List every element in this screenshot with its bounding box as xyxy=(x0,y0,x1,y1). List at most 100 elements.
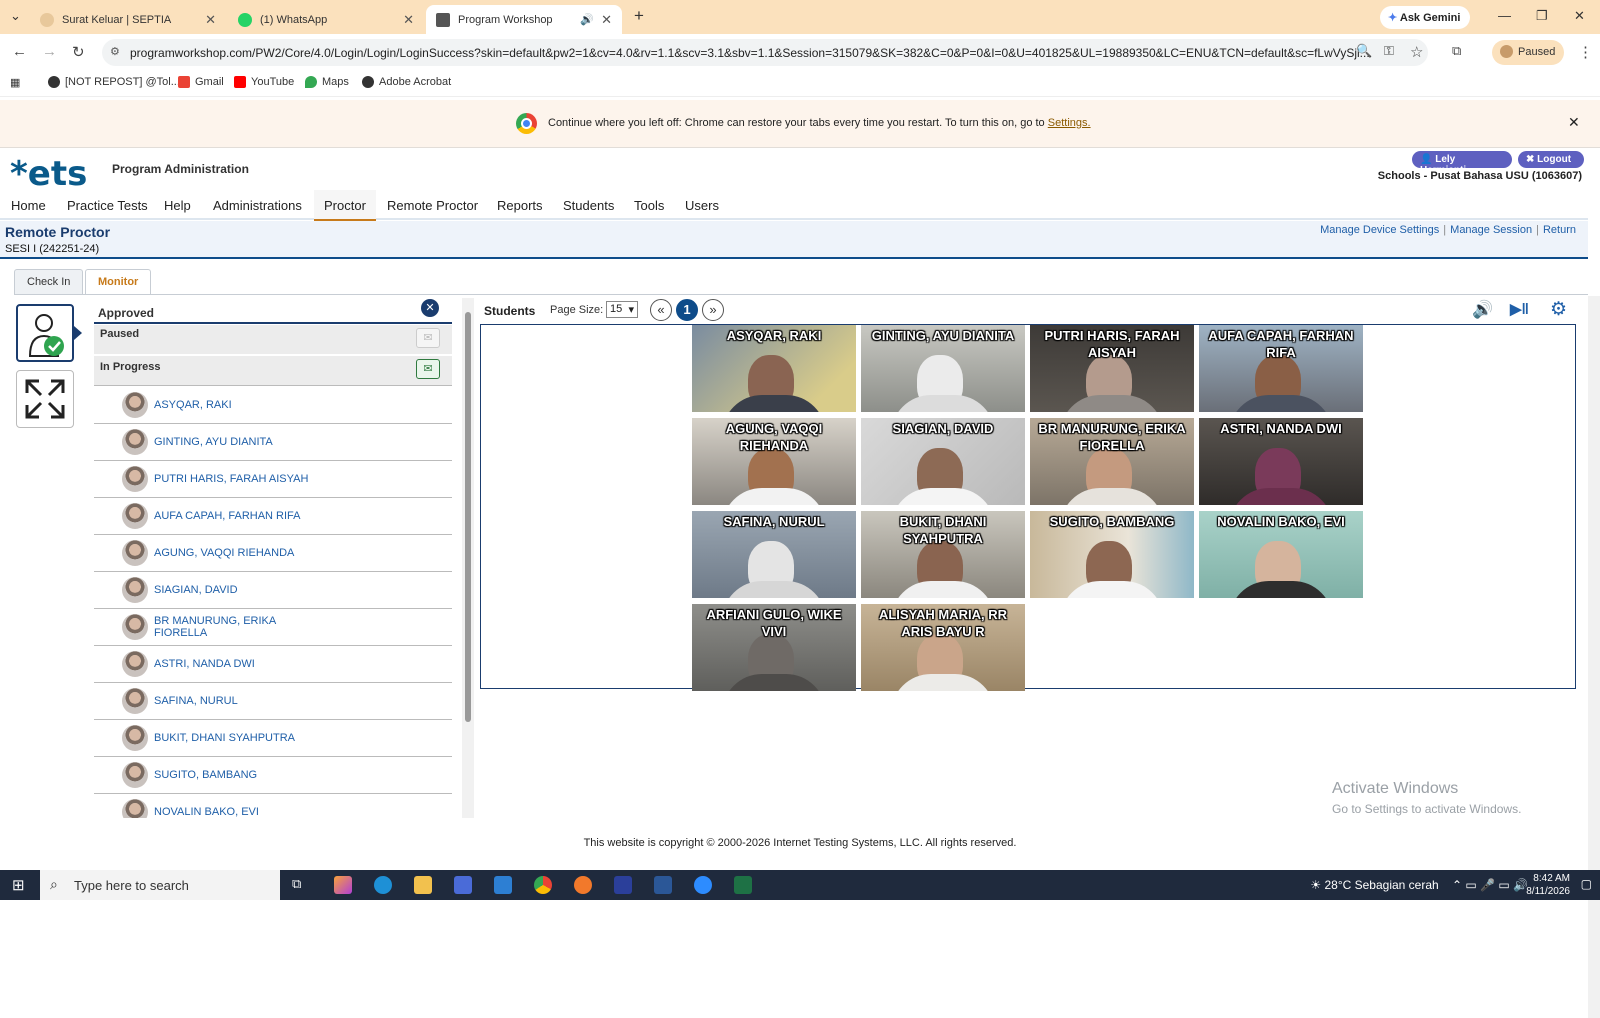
menu-home[interactable]: Home xyxy=(11,198,46,213)
list-item[interactable]: SIAGIAN, DAVID xyxy=(94,572,452,609)
bookmark-star-icon[interactable]: ☆ xyxy=(1410,43,1423,61)
student-name[interactable]: AUFA CAPAH, FARHAN RIFA xyxy=(154,510,301,522)
list-item[interactable]: PUTRI HARIS, FARAH AISYAH xyxy=(94,461,452,498)
tab-check-in[interactable]: Check In xyxy=(14,269,84,295)
list-item[interactable]: SUGITO, BAMBANG xyxy=(94,757,452,794)
extensions-icon[interactable]: ⧉ xyxy=(1452,43,1461,59)
copilot-icon[interactable] xyxy=(334,876,352,894)
current-page-button[interactable]: 1 xyxy=(676,299,698,321)
logout-button[interactable]: ✖ Logout xyxy=(1518,151,1584,168)
student-video-tile[interactable]: NOVALIN BAKO, EVI xyxy=(1199,511,1363,598)
bookmark-tol[interactable]: [NOT REPOST] @Tol... xyxy=(48,76,180,88)
close-infobar-icon[interactable]: ✕ xyxy=(1568,114,1580,131)
app-icon[interactable] xyxy=(614,876,632,894)
tab-monitor[interactable]: Monitor xyxy=(85,269,152,295)
student-name[interactable]: SIAGIAN, DAVID xyxy=(154,584,238,596)
list-item[interactable]: GINTING, AYU DIANITA xyxy=(94,424,452,461)
browser-tab-program-workshop[interactable]: Program Workshop 🔊 ✕ xyxy=(426,5,622,34)
firefox-icon[interactable] xyxy=(574,876,592,894)
list-item[interactable]: NOVALIN BAKO, EVI xyxy=(94,794,452,818)
list-item[interactable]: BUKIT, DHANI SYAHPUTRA xyxy=(94,720,452,757)
apps-grid-icon[interactable]: ▦ xyxy=(10,76,20,89)
list-item[interactable]: AUFA CAPAH, FARHAN RIFA xyxy=(94,498,452,535)
list-item[interactable]: BR MANURUNG, ERIKA FIORELLA xyxy=(94,609,452,646)
play-pause-icon[interactable]: ▶‖ xyxy=(1510,300,1529,318)
browser-tab-whatsapp[interactable]: (1) WhatsApp ✕ xyxy=(228,5,424,34)
volume-icon[interactable]: 🔊 xyxy=(1472,300,1493,320)
ask-gemini-button[interactable]: ✦ Ask Gemini xyxy=(1380,6,1470,29)
menu-proctor[interactable]: Proctor xyxy=(314,190,376,222)
menu-remote-proctor[interactable]: Remote Proctor xyxy=(387,198,478,213)
weather-text[interactable]: 28°C Sebagian cerah xyxy=(1324,878,1438,892)
outlook-icon[interactable] xyxy=(494,876,512,894)
menu-users[interactable]: Users xyxy=(685,198,719,213)
student-name[interactable]: NOVALIN BAKO, EVI xyxy=(154,806,259,818)
student-name[interactable]: GINTING, AYU DIANITA xyxy=(154,436,273,448)
close-tab-icon[interactable]: ✕ xyxy=(205,12,216,28)
edge-icon[interactable] xyxy=(374,876,392,894)
student-video-tile[interactable]: AGUNG, VAQQI RIEHANDA xyxy=(692,418,856,505)
manage-device-settings-link[interactable]: Manage Device Settings xyxy=(1320,224,1439,236)
reload-icon[interactable]: ↻ xyxy=(72,43,85,61)
list-item[interactable]: SAFINA, NURUL xyxy=(94,683,452,720)
student-name[interactable]: AGUNG, VAQQI RIEHANDA xyxy=(154,547,294,559)
student-video-tile[interactable]: PUTRI HARIS, FARAH AISYAH xyxy=(1030,325,1194,412)
store-icon[interactable] xyxy=(454,876,472,894)
student-video-tile[interactable]: ALISYAH MARIA, RR ARIS BAYU R xyxy=(861,604,1025,691)
minimize-icon[interactable]: — xyxy=(1498,8,1511,23)
new-tab-icon[interactable]: + xyxy=(634,6,644,26)
menu-reports[interactable]: Reports xyxy=(497,198,543,213)
student-video-tile[interactable]: AUFA CAPAH, FARHAN RIFA xyxy=(1199,325,1363,412)
student-video-tile[interactable]: SAFINA, NURUL xyxy=(692,511,856,598)
message-all-icon[interactable]: ✉ xyxy=(416,359,440,379)
list-item[interactable]: AGUNG, VAQQI RIEHANDA xyxy=(94,535,452,572)
student-name[interactable]: ASTRI, NANDA DWI xyxy=(154,658,255,670)
student-video-tile[interactable]: GINTING, AYU DIANITA xyxy=(861,325,1025,412)
bookmark-adobe-acrobat[interactable]: Adobe Acrobat xyxy=(362,76,451,88)
settings-gear-icon[interactable]: ⚙ xyxy=(1550,298,1567,321)
close-tab-icon[interactable]: ✕ xyxy=(403,12,414,28)
url-input[interactable]: ⚙ programworkshop.com/PW2/Core/4.0/Login… xyxy=(102,39,1428,66)
student-name[interactable]: PUTRI HARIS, FARAH AISYAH xyxy=(154,473,308,485)
manage-session-link[interactable]: Manage Session xyxy=(1450,224,1532,236)
menu-students[interactable]: Students xyxy=(563,198,614,213)
browser-tab-septia[interactable]: Surat Keluar | SEPTIA ✕ xyxy=(30,5,226,34)
bookmark-gmail[interactable]: Gmail xyxy=(178,76,224,88)
student-name[interactable]: SUGITO, BAMBANG xyxy=(154,769,257,781)
menu-help[interactable]: Help xyxy=(164,198,191,213)
taskbar-search-input[interactable]: ⌕ Type here to search xyxy=(40,870,280,900)
speaker-icon[interactable]: 🔊 xyxy=(580,13,594,26)
menu-tools[interactable]: Tools xyxy=(634,198,664,213)
page-scrollbar[interactable] xyxy=(1588,296,1600,1018)
student-name[interactable]: BUKIT, DHANI SYAHPUTRA xyxy=(154,732,295,744)
excel-icon[interactable] xyxy=(734,876,752,894)
close-window-icon[interactable]: ✕ xyxy=(1574,8,1585,24)
menu-practice-tests[interactable]: Practice Tests xyxy=(67,198,148,213)
prev-page-button[interactable]: « xyxy=(650,299,672,321)
settings-link[interactable]: Settings. xyxy=(1048,117,1091,129)
word-icon[interactable] xyxy=(654,876,672,894)
site-info-icon[interactable]: ⚙ xyxy=(110,45,120,58)
bookmark-youtube[interactable]: YouTube xyxy=(234,76,294,88)
taskbar-clock[interactable]: 8:42 AM 8/11/2026 xyxy=(1526,872,1570,898)
chrome-taskbar-icon[interactable] xyxy=(534,876,552,894)
student-name[interactable]: BR MANURUNG, ERIKA FIORELLA xyxy=(154,615,284,639)
list-item[interactable]: ASYQAR, RAKI xyxy=(94,387,452,424)
zoom-icon[interactable] xyxy=(694,876,712,894)
student-video-tile[interactable]: ARFIANI GULO, WIKE VIVI xyxy=(692,604,856,691)
password-key-icon[interactable]: ⚿ xyxy=(1384,43,1394,59)
close-tab-icon[interactable]: ✕ xyxy=(601,12,612,28)
tab-search-icon[interactable]: ⌄ xyxy=(10,8,21,24)
student-video-tile[interactable]: BR MANURUNG, ERIKA FIORELLA xyxy=(1030,418,1194,505)
expand-button[interactable] xyxy=(16,370,74,428)
list-scrollbar[interactable] xyxy=(462,298,474,818)
restore-icon[interactable]: ❐ xyxy=(1536,8,1548,24)
student-name[interactable]: ASYQAR, RAKI xyxy=(154,399,232,411)
menu-administrations[interactable]: Administrations xyxy=(213,198,302,213)
list-item[interactable]: ASTRI, NANDA DWI xyxy=(94,646,452,683)
profile-paused-button[interactable]: Paused xyxy=(1492,40,1564,65)
windows-start-icon[interactable]: ⊞ xyxy=(12,876,25,894)
student-video-tile[interactable]: ASTRI, NANDA DWI xyxy=(1199,418,1363,505)
user-button[interactable]: 👤 Lely Hermianti xyxy=(1412,151,1512,176)
zoom-icon[interactable]: 🔍 xyxy=(1356,43,1372,59)
